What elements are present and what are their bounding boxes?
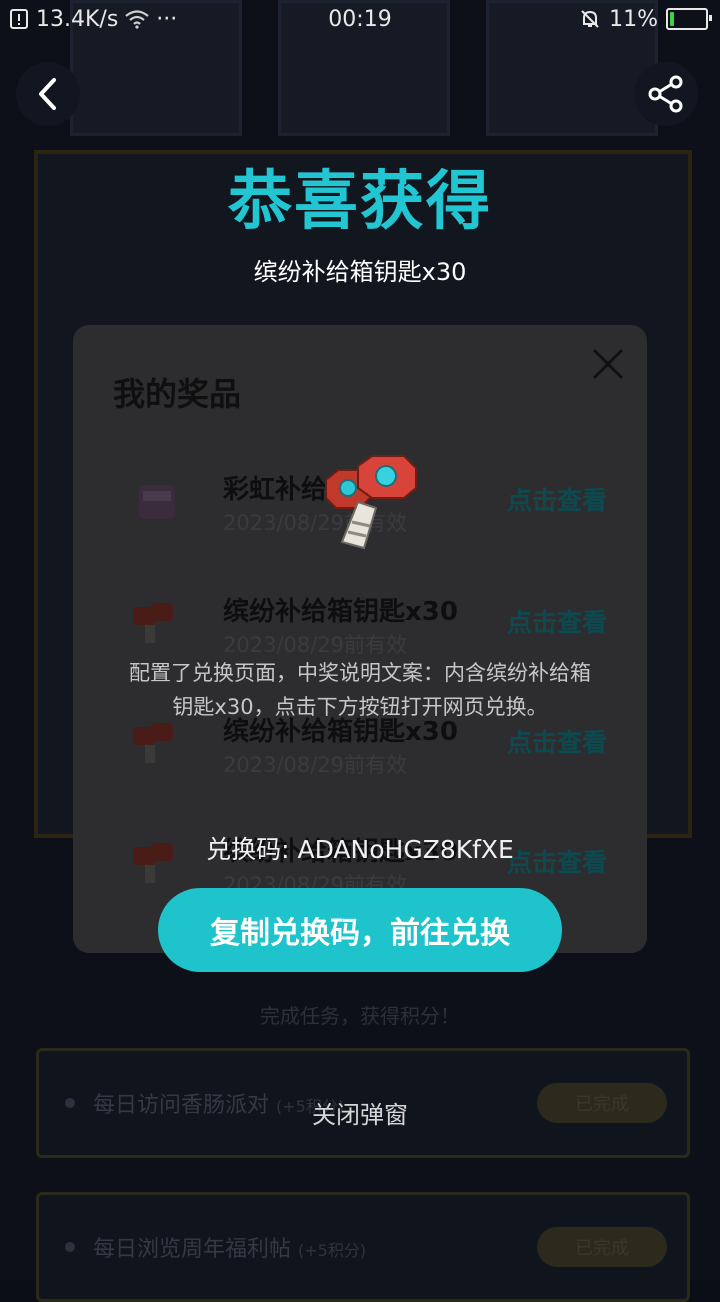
panel-title: 我的奖品 (113, 375, 242, 413)
redeem-code: 兑换码: ADANoHGZ8KfXE (206, 835, 514, 864)
key-icon (133, 723, 173, 763)
battery-percent: 11% (609, 6, 658, 32)
view-prize-link[interactable]: 点击查看 (507, 603, 607, 639)
prize-description: 配置了兑换页面，中奖说明文案：内含缤纷补给箱钥匙x30，点击下方按钮打开网页兑换… (129, 661, 591, 719)
task-done-button: 已完成 (537, 1227, 667, 1267)
supply-box-icon (139, 485, 175, 519)
key-reward-icon (325, 455, 417, 550)
share-button[interactable] (634, 62, 698, 126)
bullet-icon (65, 1242, 75, 1252)
back-button[interactable] (16, 62, 80, 126)
page-title: 恭喜获得 (228, 165, 492, 239)
view-prize-link[interactable]: 点击查看 (507, 723, 607, 759)
mute-bell-icon (581, 10, 599, 28)
prize-name: 缤纷补给箱钥匙x30 (223, 597, 458, 627)
task-row: 每日浏览周年福利帖 (+5积分) 已完成 (36, 1192, 690, 1302)
prize-subtitle: 缤纷补给箱钥匙x30 (253, 258, 467, 286)
share-icon (648, 75, 683, 113)
battery-icon (666, 8, 712, 30)
prize-date: 2023/08/29前有效 (223, 633, 408, 657)
key-icon (133, 603, 173, 643)
task-hint: 完成任务，获得积分！ (260, 1004, 460, 1028)
prize-date: 2023/08/29前有效 (223, 753, 408, 777)
task-text: 每日浏览周年福利帖 (+5积分) (93, 1237, 367, 1262)
close-popup-link[interactable]: 关闭弹窗 (0, 1095, 720, 1130)
status-right: 11% (579, 6, 712, 32)
copy-code-button[interactable]: 复制兑换码，前往兑换 (158, 888, 562, 972)
view-prize-link[interactable]: 点击查看 (507, 481, 607, 517)
close-icon[interactable] (591, 347, 625, 381)
chevron-left-icon (39, 78, 56, 110)
status-bar: 13.4K/s ··· 00:19 11% (0, 0, 720, 38)
battery-fill (670, 12, 674, 26)
